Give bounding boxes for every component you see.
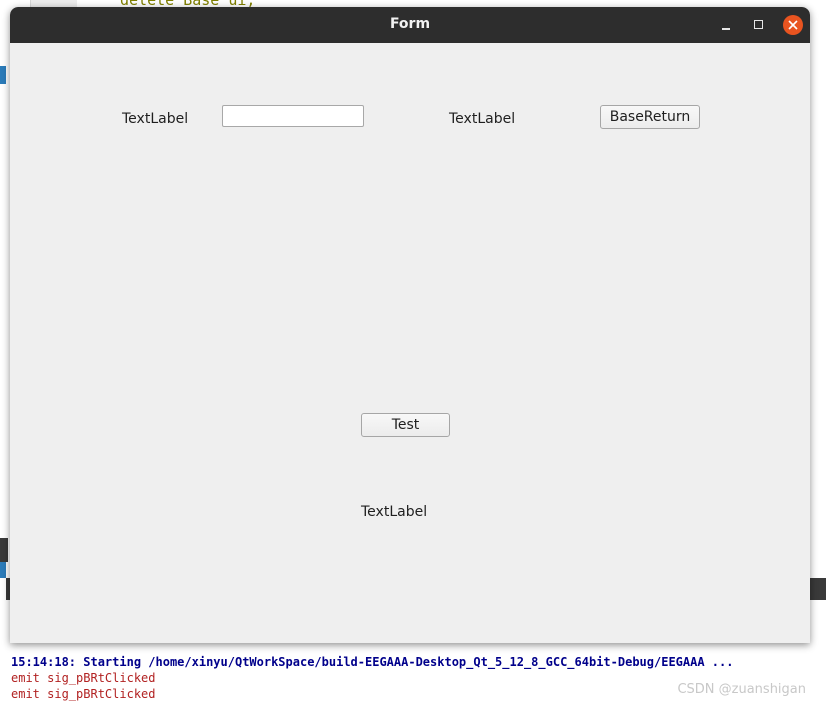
watermark: CSDN @zuanshigan xyxy=(677,682,806,697)
console-line: 15:14:18: Starting /home/xinyu/QtWorkSpa… xyxy=(11,655,734,669)
window-title: Form xyxy=(389,16,431,32)
form-window: Form TextLabel TextLabel BaseReturn Test… xyxy=(10,7,810,643)
window-titlebar[interactable]: Form xyxy=(10,7,810,43)
console-line: emit sig_pBRtClicked xyxy=(11,687,156,701)
desktop: delete Base ui; 15:14:18: Starting /home… xyxy=(0,0,826,707)
minimize-icon[interactable] xyxy=(716,15,736,35)
text-label-top-left: TextLabel xyxy=(122,111,189,127)
maximize-icon[interactable] xyxy=(749,15,769,35)
console-line: emit sig_pBRtClicked xyxy=(11,671,156,685)
text-label-bottom: TextLabel xyxy=(361,504,428,520)
application-output: 15:14:18: Starting /home/xinyu/QtWorkSpa… xyxy=(0,644,826,707)
close-icon[interactable] xyxy=(783,15,803,35)
sidebar-marker xyxy=(0,562,6,578)
close-glyph xyxy=(788,20,798,30)
base-return-button[interactable]: BaseReturn xyxy=(600,105,700,129)
test-button[interactable]: Test xyxy=(361,413,450,437)
sidebar-marker xyxy=(0,538,8,562)
line-edit[interactable] xyxy=(222,105,364,127)
text-label-top-right: TextLabel xyxy=(449,111,516,127)
sidebar-marker xyxy=(0,66,6,84)
